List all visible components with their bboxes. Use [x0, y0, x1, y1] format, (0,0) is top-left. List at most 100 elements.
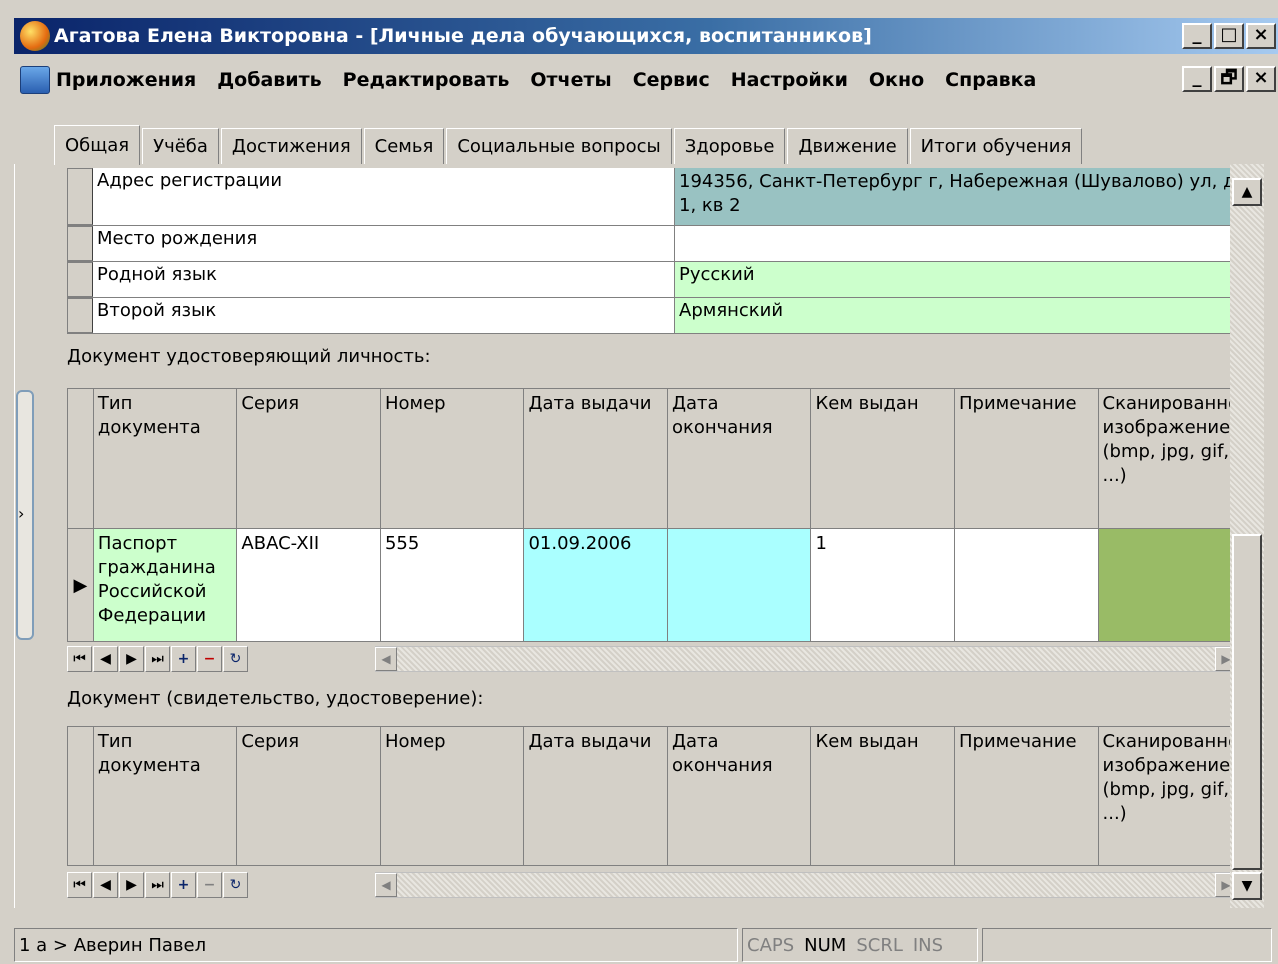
- tab-achievements[interactable]: Достижения: [220, 128, 362, 164]
- field-value[interactable]: 194356, Санкт-Петербург г, Набережная (Ш…: [675, 168, 1236, 225]
- close-button[interactable]: ×: [1246, 23, 1276, 49]
- id-docs-label: Документ удостоверяющий личность:: [67, 346, 431, 367]
- col-number[interactable]: Номер: [380, 727, 525, 865]
- document-icon[interactable]: [20, 66, 50, 94]
- last-record-icon[interactable]: ⏭: [145, 872, 170, 898]
- tab-health[interactable]: Здоровье: [673, 128, 786, 164]
- add-record-icon[interactable]: +: [171, 872, 196, 898]
- flag-ins: INS: [912, 934, 944, 956]
- menu-service[interactable]: Сервис: [633, 69, 710, 91]
- tab-results[interactable]: Итоги обучения: [909, 128, 1083, 164]
- field-native-language: Родной язык Русский: [67, 262, 1236, 298]
- id-docs-hscroll[interactable]: [375, 646, 1236, 672]
- menu-edit[interactable]: Редактировать: [343, 69, 510, 91]
- col-issue-date[interactable]: Дата выдачи: [524, 727, 668, 865]
- scroll-left-icon[interactable]: ◀: [375, 873, 397, 897]
- row-selector[interactable]: [67, 298, 93, 333]
- first-record-icon[interactable]: ⏮: [67, 872, 92, 898]
- col-note[interactable]: Примечание: [955, 727, 1099, 865]
- cell-series[interactable]: ABAC-XII: [237, 529, 381, 641]
- maximize-button[interactable]: □: [1214, 23, 1244, 49]
- field-birthplace: Место рождения: [67, 226, 1236, 262]
- col-doc-type[interactable]: Тип документа: [93, 727, 238, 865]
- col-expiry-date[interactable]: Дата окончания: [667, 389, 812, 528]
- general-panel: Адрес регистрации 194356, Санкт-Петербур…: [14, 164, 1236, 908]
- scroll-up-icon[interactable]: ▲: [1232, 178, 1262, 206]
- mdi-close-button[interactable]: ×: [1246, 66, 1276, 92]
- field-value[interactable]: Армянский: [675, 298, 1236, 333]
- app-icon: [20, 21, 50, 51]
- status-bar: 1 а > Аверин Павел CAPS NUM SCRL INS: [14, 926, 1278, 964]
- minimize-button[interactable]: _: [1182, 23, 1212, 49]
- certs-label: Документ (свидетельство, удостоверение):: [67, 688, 484, 709]
- prev-record-icon[interactable]: ◀: [93, 646, 118, 672]
- next-record-icon[interactable]: ▶: [119, 646, 144, 672]
- id-docs-grid: Тип документа Серия Номер Дата выдачи Да…: [67, 388, 1236, 642]
- scroll-left-icon[interactable]: ◀: [375, 647, 397, 671]
- status-flags: CAPS NUM SCRL INS: [742, 928, 978, 962]
- flag-caps: CAPS: [747, 934, 795, 956]
- tab-strip: Общая Учёба Достижения Семья Социальные …: [54, 124, 1084, 165]
- tab-family[interactable]: Семья: [363, 128, 445, 164]
- col-expiry-date[interactable]: Дата окончания: [667, 727, 812, 865]
- cell-number[interactable]: 555: [381, 529, 525, 641]
- menu-bar: Приложения Добавить Редактировать Отчеты…: [14, 60, 1278, 100]
- row-selector[interactable]: [67, 168, 93, 225]
- field-label: Место рождения: [93, 226, 675, 261]
- col-issued-by[interactable]: Кем выдан: [811, 727, 955, 865]
- menu-window[interactable]: Окно: [869, 69, 924, 91]
- cell-scan[interactable]: [1098, 529, 1236, 641]
- menu-add[interactable]: Добавить: [217, 69, 321, 91]
- col-scan[interactable]: Сканированное изображение (bmp, jpg, gif…: [1098, 389, 1236, 528]
- scroll-down-icon[interactable]: ▼: [1232, 872, 1262, 900]
- menu-applications[interactable]: Приложения: [56, 69, 196, 91]
- header-selector: [68, 727, 94, 865]
- col-note[interactable]: Примечание: [955, 389, 1099, 528]
- menu-settings[interactable]: Настройки: [731, 69, 848, 91]
- row-selector[interactable]: [67, 226, 93, 261]
- prev-record-icon[interactable]: ◀: [93, 872, 118, 898]
- scroll-thumb[interactable]: [1232, 534, 1262, 870]
- field-label: Родной язык: [93, 262, 675, 297]
- col-issue-date[interactable]: Дата выдачи: [524, 389, 668, 528]
- col-number[interactable]: Номер: [380, 389, 525, 528]
- col-series[interactable]: Серия: [237, 389, 381, 528]
- menu-reports[interactable]: Отчеты: [530, 69, 611, 91]
- mdi-minimize-button[interactable]: _: [1182, 66, 1212, 92]
- col-doc-type[interactable]: Тип документа: [93, 389, 238, 528]
- col-issued-by[interactable]: Кем выдан: [811, 389, 955, 528]
- row-pointer-icon[interactable]: ▶: [68, 529, 94, 641]
- grid-header: Тип документа Серия Номер Дата выдачи Да…: [68, 727, 1236, 865]
- cell-issued-by[interactable]: 1: [811, 529, 955, 641]
- col-series[interactable]: Серия: [237, 727, 381, 865]
- cell-note[interactable]: [955, 529, 1099, 641]
- certs-hscroll[interactable]: [375, 872, 1236, 898]
- col-scan[interactable]: Сканированное изображение (bmp, jpg, gif…: [1098, 727, 1236, 865]
- tab-study[interactable]: Учёба: [142, 128, 219, 164]
- table-row[interactable]: ▶ Паспорт гражданина Российской Федераци…: [68, 529, 1236, 641]
- next-record-icon[interactable]: ▶: [119, 872, 144, 898]
- last-record-icon[interactable]: ⏭: [145, 646, 170, 672]
- field-value[interactable]: [675, 226, 1236, 261]
- field-second-language: Второй язык Армянский: [67, 298, 1236, 334]
- panel-vscroll[interactable]: ▲ ▼: [1230, 164, 1264, 908]
- tab-social[interactable]: Социальные вопросы: [446, 128, 672, 164]
- delete-record-icon[interactable]: −: [197, 646, 222, 672]
- refresh-icon[interactable]: ↻: [223, 646, 248, 672]
- field-label: Второй язык: [93, 298, 675, 333]
- refresh-icon[interactable]: ↻: [223, 872, 248, 898]
- first-record-icon[interactable]: ⏮: [67, 646, 92, 672]
- add-record-icon[interactable]: +: [171, 646, 196, 672]
- delete-record-icon[interactable]: −: [197, 872, 222, 898]
- cell-doc-type[interactable]: Паспорт гражданина Российской Федерации: [93, 529, 238, 641]
- tab-movement[interactable]: Движение: [787, 128, 908, 164]
- field-registration-address: Адрес регистрации 194356, Санкт-Петербур…: [67, 168, 1236, 226]
- row-selector[interactable]: [67, 262, 93, 297]
- title-bar: Агатова Елена Викторовна - [Личные дела …: [14, 18, 1278, 54]
- tab-general[interactable]: Общая: [54, 125, 141, 165]
- menu-help[interactable]: Справка: [945, 69, 1036, 91]
- cell-expiry-date[interactable]: [667, 529, 812, 641]
- mdi-restore-button[interactable]: 🗗: [1214, 66, 1244, 92]
- cell-issue-date[interactable]: 01.09.2006: [524, 529, 668, 641]
- field-value[interactable]: Русский: [675, 262, 1236, 297]
